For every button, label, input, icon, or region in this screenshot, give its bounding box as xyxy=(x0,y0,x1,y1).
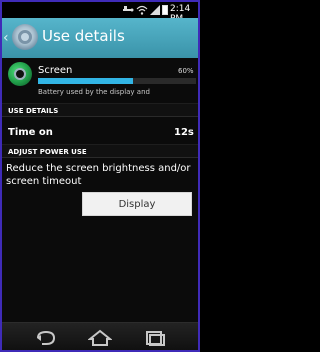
signal-icon xyxy=(150,5,160,15)
screen-icon-center xyxy=(14,68,26,80)
battery-settings-icon[interactable] xyxy=(12,24,38,50)
app-usage-item: Screen 60% Battery used by the display a… xyxy=(2,58,198,102)
status-bar: 2:14 PM xyxy=(2,2,198,24)
action-bar[interactable]: ‹ Use details xyxy=(2,18,198,58)
section-header-use-details: USE DETAILS xyxy=(2,103,198,117)
recent-apps-icon[interactable] xyxy=(142,329,166,347)
screen-icon xyxy=(8,62,32,86)
usage-percent: 60% xyxy=(178,67,194,75)
usage-bar xyxy=(38,78,196,84)
up-caret-icon[interactable]: ‹ xyxy=(3,30,9,46)
gear-icon xyxy=(18,30,32,44)
time-on-label: Time on xyxy=(8,127,53,138)
section-title: USE DETAILS xyxy=(8,107,59,115)
battery-icon xyxy=(162,5,168,15)
section-header-adjust-power: ADJUST POWER USE xyxy=(2,144,198,158)
home-icon[interactable] xyxy=(88,329,112,347)
time-on-row: Time on 12s xyxy=(2,122,198,144)
display-settings-button[interactable]: Display xyxy=(82,192,192,216)
power-suggestion: Reduce the screen brightness and/or scre… xyxy=(6,163,191,187)
wifi-icon xyxy=(136,5,148,15)
usage-bar-fill xyxy=(38,78,133,84)
page-title: Use details xyxy=(42,27,125,45)
app-description: Battery used by the display and xyxy=(38,88,150,96)
time-on-value: 12s xyxy=(174,127,194,138)
app-name: Screen xyxy=(38,65,73,76)
navigation-bar xyxy=(2,322,198,350)
device-frame: 2:14 PM ‹ Use details Screen 60% Battery… xyxy=(0,0,200,352)
usb-icon xyxy=(123,6,134,12)
section-title: ADJUST POWER USE xyxy=(8,148,87,156)
back-icon[interactable] xyxy=(34,329,58,347)
